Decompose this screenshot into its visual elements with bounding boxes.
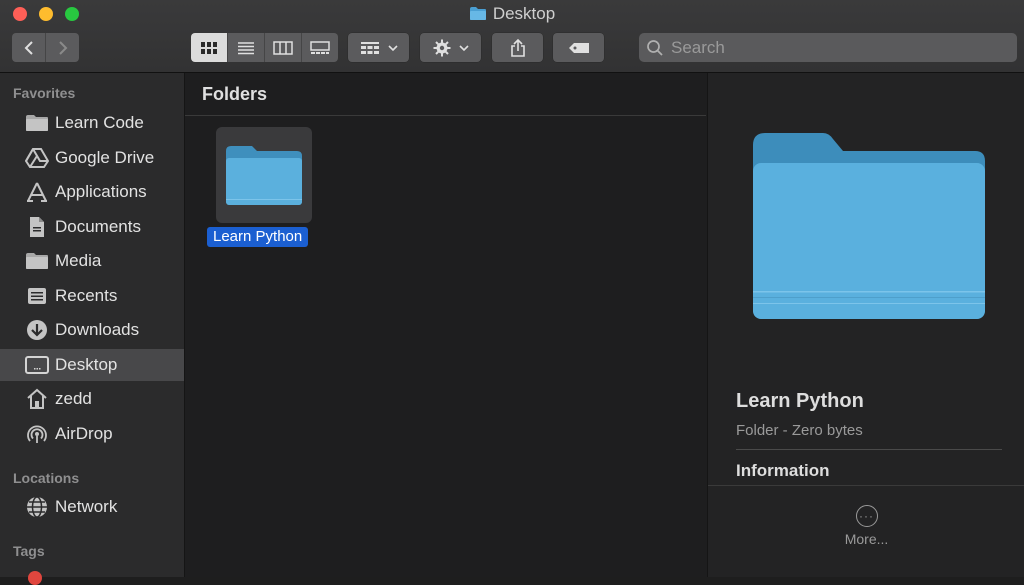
list-view-button[interactable] xyxy=(228,33,265,62)
search-field[interactable] xyxy=(639,33,1017,62)
sidebar-item-media[interactable]: Media xyxy=(0,245,184,277)
divider xyxy=(708,485,1024,486)
sidebar-item-label: Downloads xyxy=(55,320,140,339)
folder-item-label[interactable]: Learn Python xyxy=(207,227,309,247)
sidebar-item-label: zedd xyxy=(55,389,92,408)
sidebar-item-label: Documents xyxy=(55,217,141,236)
preview-pane: Learn Python Folder - Zero bytes Informa… xyxy=(707,73,1024,577)
window-title: Desktop xyxy=(0,4,1024,26)
sidebar-item-airdrop[interactable]: AirDrop xyxy=(0,418,184,450)
tag-icon xyxy=(568,42,589,53)
download-icon xyxy=(24,319,50,341)
folder-icon xyxy=(24,112,50,134)
sidebar-item-desktop[interactable]: Desktop xyxy=(0,349,184,381)
group-button[interactable] xyxy=(348,33,409,62)
chevron-down-icon xyxy=(458,44,469,51)
sidebar-section-tags: Tags xyxy=(13,543,45,559)
preview-subtitle: Folder - Zero bytes xyxy=(736,422,863,439)
sidebar-item-label: Google Drive xyxy=(55,148,155,167)
folder-icon xyxy=(226,146,302,205)
tags-button[interactable] xyxy=(553,33,604,62)
folder-icon xyxy=(753,133,985,319)
recents-icon xyxy=(24,285,50,307)
sidebar-item-label: Desktop xyxy=(55,355,118,374)
forward-button[interactable] xyxy=(46,33,79,62)
preview-title: Learn Python xyxy=(736,390,864,412)
more-label: More... xyxy=(844,531,889,547)
section-header: Folders xyxy=(185,73,706,116)
sidebar-item-label: AirDrop xyxy=(55,424,113,443)
network-icon xyxy=(24,496,50,518)
tag-color-dot[interactable] xyxy=(28,571,42,585)
nav-buttons xyxy=(12,33,79,62)
sidebar-item-label: Learn Code xyxy=(55,113,144,132)
grid-icon xyxy=(201,41,217,54)
sidebar-item-label: Media xyxy=(55,251,102,270)
search-input[interactable] xyxy=(669,36,993,59)
folder-content: Folders Learn Python xyxy=(185,73,706,577)
sidebar-item-label: Applications xyxy=(55,182,147,201)
icon-view-button[interactable] xyxy=(191,33,228,62)
chevron-left-icon xyxy=(24,40,33,55)
finder-window: Desktop Search Favorites Learn Code Goog… xyxy=(0,0,1024,585)
back-button[interactable] xyxy=(12,33,46,62)
action-button[interactable] xyxy=(420,33,481,62)
divider xyxy=(736,449,1002,450)
folder-icon xyxy=(24,250,50,272)
sidebar-item-label: Recents xyxy=(55,286,118,305)
sidebar-item-google-drive[interactable]: Google Drive xyxy=(0,142,184,174)
search-icon xyxy=(647,39,663,56)
sidebar-section-favorites: Favorites xyxy=(13,85,76,101)
gear-icon xyxy=(433,39,450,56)
share-icon xyxy=(510,38,525,57)
view-mode-control xyxy=(191,33,338,62)
sidebar-item-recents[interactable]: Recents xyxy=(0,280,184,312)
chevron-down-icon xyxy=(387,44,398,51)
sidebar-item-label: Network xyxy=(55,497,118,516)
sidebar-item-documents[interactable]: Documents xyxy=(0,211,184,243)
gallery-view-button[interactable] xyxy=(302,33,338,62)
document-icon xyxy=(24,216,50,238)
sidebar: Favorites Learn Code Google Drive Applic… xyxy=(0,73,185,585)
list-icon xyxy=(238,41,254,54)
sidebar-item-network[interactable]: Network xyxy=(0,491,184,523)
folder-icon xyxy=(469,6,487,26)
column-view-button[interactable] xyxy=(265,33,302,62)
more-button[interactable]: ··· More... xyxy=(708,505,1024,547)
sidebar-item-learn-code[interactable]: Learn Code xyxy=(0,107,184,139)
group-grid-icon xyxy=(360,41,379,54)
columns-icon xyxy=(273,40,293,55)
google-drive-icon xyxy=(24,147,50,169)
sidebar-item-downloads[interactable]: Downloads xyxy=(0,314,184,346)
chevron-right-icon xyxy=(58,40,67,55)
applications-icon xyxy=(24,181,50,203)
ellipsis-icon: ··· xyxy=(855,505,878,527)
home-icon xyxy=(24,388,50,410)
section-title: Folders xyxy=(202,84,268,104)
desktop-icon xyxy=(24,354,50,376)
sidebar-section-locations: Locations xyxy=(13,470,80,486)
share-button[interactable] xyxy=(492,33,543,62)
folder-item[interactable] xyxy=(216,127,312,223)
sidebar-item-applications[interactable]: Applications xyxy=(0,176,184,208)
sidebar-item-zedd[interactable]: zedd xyxy=(0,383,184,415)
toolbar: Desktop xyxy=(0,0,1024,73)
information-heading: Information xyxy=(736,461,830,480)
gallery-icon xyxy=(310,40,330,54)
airdrop-icon xyxy=(24,423,50,445)
